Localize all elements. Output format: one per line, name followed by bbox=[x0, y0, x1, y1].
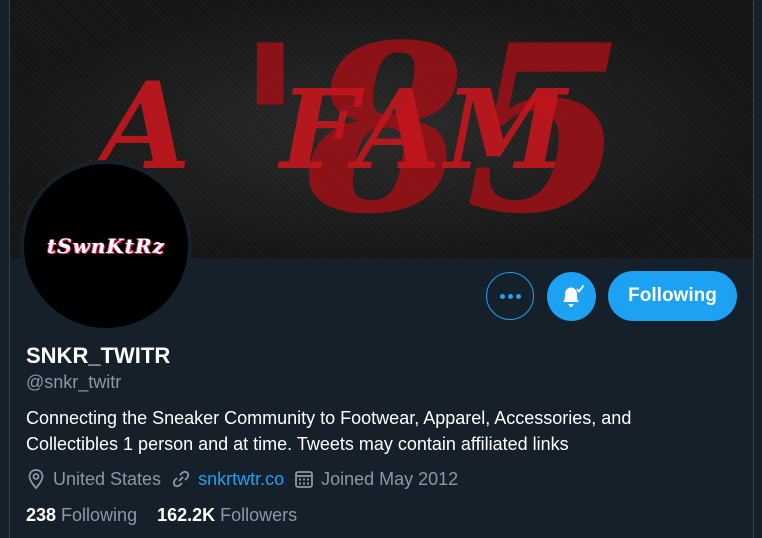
more-icon-dot bbox=[507, 293, 513, 299]
profile-stats: 238 Following 162.2K Followers bbox=[26, 505, 317, 526]
followers-count: 162.2K bbox=[157, 505, 216, 525]
more-options-button[interactable] bbox=[486, 272, 534, 320]
calendar-icon bbox=[295, 471, 313, 488]
link-icon bbox=[173, 470, 190, 488]
website-item: snkrtwtr.co bbox=[171, 469, 284, 490]
following-button[interactable]: Following bbox=[608, 271, 737, 321]
location-item: United States bbox=[26, 468, 161, 490]
website-link[interactable]: snkrtwtr.co bbox=[198, 469, 284, 490]
joined-text: Joined May 2012 bbox=[321, 468, 459, 489]
followers-label: Followers bbox=[220, 505, 298, 525]
profile-bio: Connecting the Sneaker Community to Foot… bbox=[26, 408, 632, 454]
following-stat[interactable]: 238 Following bbox=[26, 505, 137, 526]
profile-meta: United States snkrtwtr.co Joined May 201… bbox=[26, 468, 468, 490]
more-icon-dot bbox=[515, 293, 521, 299]
bell-check-icon bbox=[562, 284, 584, 307]
user-handle: @snkr_twitr bbox=[26, 372, 122, 392]
joined-item: Joined May 2012 bbox=[294, 469, 458, 490]
left-column-border bbox=[0, 0, 10, 538]
profile-avatar[interactable]: tSwnKtRz bbox=[20, 160, 192, 332]
right-column-border bbox=[753, 0, 762, 538]
display-name: SNKR_TWITR bbox=[26, 343, 171, 368]
avatar-logo: tSwnKtRz bbox=[46, 234, 166, 258]
following-label: Following bbox=[61, 505, 138, 525]
followers-stat[interactable]: 162.2K Followers bbox=[157, 505, 297, 526]
following-count: 238 bbox=[26, 505, 57, 525]
banner-word: FAM bbox=[277, 65, 571, 194]
location-pin-icon bbox=[28, 469, 44, 490]
location-text: United States bbox=[53, 468, 162, 489]
notifications-button[interactable] bbox=[547, 272, 596, 321]
more-icon bbox=[499, 293, 505, 299]
